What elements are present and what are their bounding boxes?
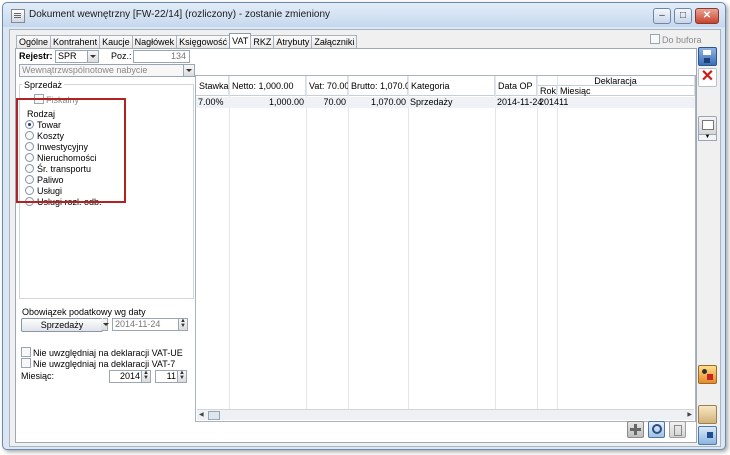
exit-arrow-icon bbox=[707, 432, 713, 438]
cell-rok: 2014 bbox=[539, 97, 560, 107]
cell-netto: 1,000.00 bbox=[268, 97, 304, 107]
scroll-left-icon[interactable]: ◀ bbox=[199, 411, 204, 418]
column-stawka[interactable]: Stawka bbox=[196, 76, 229, 96]
rejestr-select[interactable]: SPR bbox=[55, 50, 99, 63]
vat-ue-label: Nie uwzględniaj na deklaracji VAT-UE bbox=[33, 348, 183, 358]
cell-miesiac: 11 bbox=[559, 97, 569, 107]
tab-strip: Ogólne Kontrahent Kaucje Nagłówek Księgowość… bbox=[16, 33, 358, 49]
tab-ogolne[interactable]: Ogólne bbox=[16, 35, 52, 49]
save-icon-label bbox=[703, 50, 711, 55]
miesiac-year-field[interactable]: 2014 ▲ ▼ bbox=[109, 370, 151, 383]
vat-grid[interactable]: Stawka Netto: 1,000.00 Vat: 70.00 Brutto… bbox=[195, 75, 696, 422]
column-vat[interactable]: Vat: 70.00 bbox=[306, 76, 349, 96]
date-spin-icon[interactable]: ▲ ▼ bbox=[178, 318, 187, 330]
window-title: Dokument wewnętrzny [FW-22/14] (rozliczo… bbox=[29, 9, 331, 20]
rejestr-description-select[interactable]: Wewnątrzwspólnotowe nabycie bbox=[19, 64, 195, 77]
grid-divider bbox=[537, 76, 538, 409]
column-kategoria[interactable]: Kategoria bbox=[408, 76, 495, 96]
title-bar: Dokument wewnętrzny [FW-22/14] (rozliczo… bbox=[3, 3, 725, 27]
vat7-check-box[interactable] bbox=[21, 358, 31, 368]
rejestr-description: Wewnątrzwspólnotowe nabycie bbox=[22, 65, 148, 75]
add-icon[interactable] bbox=[627, 421, 644, 438]
month-spin-icon[interactable]: ▲ ▼ bbox=[177, 370, 186, 382]
person-badge-icon bbox=[707, 374, 713, 380]
rejestr-label: Rejestr: bbox=[19, 51, 53, 61]
column-miesiac[interactable]: Miesiąc bbox=[557, 86, 695, 96]
column-rok[interactable]: Rok bbox=[537, 86, 557, 96]
scroll-right-icon[interactable]: ▶ bbox=[687, 411, 692, 418]
tab-atrybuty[interactable]: Atrybuty bbox=[273, 35, 313, 49]
trash-icon[interactable] bbox=[669, 421, 686, 438]
cell-brutto: 1,070.00 bbox=[370, 97, 406, 107]
grid-divider bbox=[348, 76, 349, 409]
search-icon-lens bbox=[652, 424, 662, 434]
window-client: Ogólne Kontrahent Kaucje Nagłówek Księgowość… bbox=[9, 29, 721, 447]
chevron-down-icon[interactable] bbox=[87, 51, 98, 62]
document-icon bbox=[11, 9, 25, 23]
print-icon-paper bbox=[702, 120, 714, 130]
document-window: Dokument wewnętrzny [FW-22/14] (rozliczo… bbox=[2, 2, 726, 450]
trash-icon-bin bbox=[674, 425, 682, 436]
tab-naglowek[interactable]: Nagłówek bbox=[131, 35, 178, 49]
chevron-down-icon[interactable] bbox=[101, 319, 109, 330]
grid-divider bbox=[408, 76, 409, 409]
maximize-button[interactable]: □ bbox=[674, 8, 692, 24]
vat7-label: Nie uwzględniaj na deklaracji VAT-7 bbox=[33, 359, 176, 369]
grid-divider bbox=[229, 76, 230, 409]
close-button[interactable]: ✕ bbox=[695, 8, 719, 24]
exit-icon[interactable] bbox=[698, 426, 717, 445]
obowiazek-title: Obowiązek podatkowy wg daty bbox=[22, 307, 146, 317]
tab-kontrahent[interactable]: Kontrahent bbox=[50, 35, 101, 49]
grid-divider bbox=[306, 76, 307, 409]
rejestr-value: SPR bbox=[58, 51, 77, 61]
miesiac-label: Miesiąc: bbox=[21, 371, 55, 381]
vat-ue-checkbox[interactable]: Nie uwzględniaj na deklaracji VAT-UE bbox=[21, 347, 183, 358]
cell-kategoria: Sprzedaży bbox=[410, 97, 453, 107]
chevron-down-icon[interactable] bbox=[183, 65, 194, 76]
print-icon[interactable] bbox=[698, 116, 717, 135]
horizontal-scrollbar[interactable]: ◀ ▶ bbox=[197, 409, 694, 420]
tab-ksiegowosc[interactable]: Księgowość bbox=[176, 35, 231, 49]
grid-divider bbox=[495, 76, 496, 409]
minimize-button[interactable]: – bbox=[653, 8, 671, 24]
vat-ue-check-box[interactable] bbox=[21, 347, 31, 357]
obowiazek-dropdown[interactable] bbox=[101, 318, 109, 331]
search-icon[interactable] bbox=[648, 421, 665, 438]
save-icon-shutter bbox=[704, 58, 710, 63]
cancel-icon[interactable]: ✕ bbox=[698, 68, 717, 87]
bufor-checkbox[interactable]: Do bufora bbox=[650, 34, 702, 45]
obowiazek-date-field[interactable]: 2014-11-24 ▲ ▼ bbox=[112, 318, 188, 331]
highlight-box bbox=[16, 98, 126, 203]
tab-vat[interactable]: VAT bbox=[229, 33, 252, 49]
bufor-label: Do bufora bbox=[662, 35, 702, 45]
print-dropdown-icon[interactable]: ▼ bbox=[698, 134, 717, 141]
column-netto[interactable]: Netto: 1,000.00 bbox=[229, 76, 306, 96]
tab-rkz[interactable]: RKZ bbox=[250, 35, 275, 49]
cell-vat: 70.00 bbox=[323, 97, 346, 107]
scroll-thumb[interactable] bbox=[208, 411, 220, 420]
column-data-op[interactable]: Data OP bbox=[495, 76, 537, 96]
grid-divider bbox=[557, 76, 558, 409]
miesiac-month-field[interactable]: 11 ▲ ▼ bbox=[155, 370, 187, 383]
column-brutto[interactable]: Brutto: 1,070.00 bbox=[348, 76, 415, 96]
vat7-checkbox[interactable]: Nie uwzględniaj na deklaracji VAT-7 bbox=[21, 358, 175, 369]
year-spin-icon[interactable]: ▲ ▼ bbox=[141, 370, 150, 382]
tab-zalaczniki[interactable]: Załączniki bbox=[311, 35, 358, 49]
column-deklaracja[interactable]: Deklaracja bbox=[537, 76, 695, 86]
obowiazek-date: 2014-11-24 bbox=[115, 319, 161, 329]
save-icon[interactable] bbox=[698, 47, 717, 66]
bufor-check-box[interactable] bbox=[650, 34, 660, 44]
poz-label: Poz.: bbox=[111, 51, 132, 61]
tab-kaucje[interactable]: Kaucje bbox=[99, 35, 133, 49]
cell-stawka: 7.00% bbox=[198, 97, 224, 107]
obowiazek-sprzedazy-button[interactable]: Sprzedaży bbox=[21, 318, 103, 332]
poz-field[interactable]: 134 bbox=[133, 50, 190, 63]
lock-icon[interactable] bbox=[698, 405, 717, 424]
sprzedaz-title: Sprzedaż bbox=[22, 80, 65, 90]
cell-data-op: 2014-11-24 bbox=[497, 97, 543, 107]
contacts-icon[interactable] bbox=[698, 365, 717, 384]
add-icon-horizontal bbox=[630, 428, 641, 431]
